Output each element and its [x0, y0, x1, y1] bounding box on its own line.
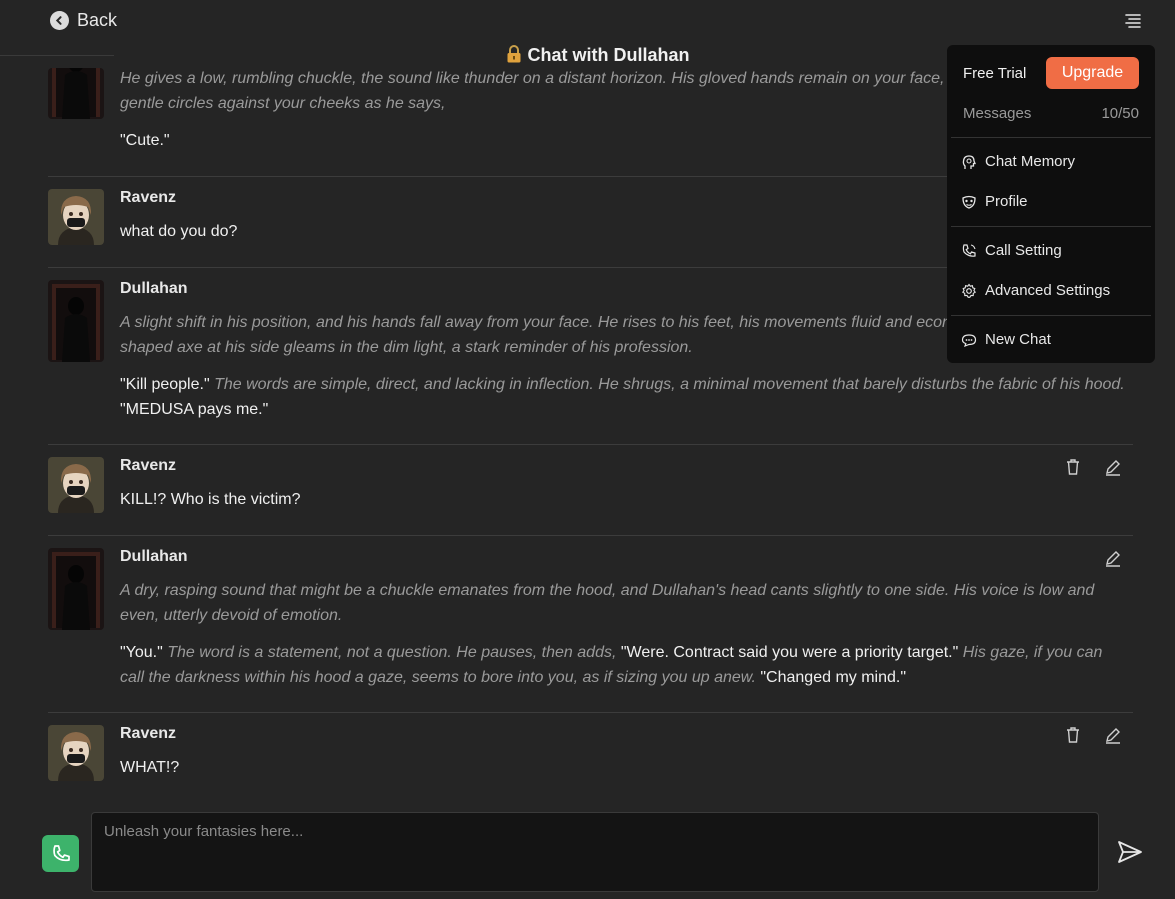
dropdown-divider [951, 226, 1151, 227]
dropdown-divider [951, 137, 1151, 138]
options-dropdown: Free Trial Upgrade Messages 10/50 Chat M… [947, 45, 1155, 363]
menu-item-profile[interactable]: Profile [961, 193, 1028, 210]
avatar-dullahan [48, 548, 104, 630]
back-arrow-icon [50, 11, 69, 30]
menu-item-call-setting[interactable]: Call Setting [961, 242, 1062, 259]
narration-text: A dry, rasping sound that might be a chu… [120, 582, 1095, 624]
narration-text: The word is a statement, not a question.… [167, 644, 621, 661]
speech-text: "MEDUSA pays me." [120, 401, 269, 418]
menu-item-label: Chat Memory [985, 153, 1076, 170]
speech-text: "Cute." [120, 132, 170, 149]
delete-icon[interactable] [1063, 457, 1083, 477]
menu-item-label: Call Setting [985, 242, 1062, 259]
message-item: Dullahan A dry, rasping sound that might… [48, 548, 1133, 708]
chat-bubble-icon [961, 333, 977, 347]
dropdown-divider [951, 315, 1151, 316]
sender-name: Ravenz [120, 457, 177, 474]
message-item: Ravenz KILL!? Who is the victim? [48, 457, 1133, 537]
message-body: KILL!? Who is the victim? [120, 487, 1125, 524]
message-paragraph: WHAT!? [120, 755, 1125, 780]
phone-icon [52, 844, 70, 861]
message-input[interactable] [91, 812, 1099, 892]
speech-text: what do you do? [120, 223, 238, 240]
message-paragraph: KILL!? Who is the victim? [120, 487, 1125, 512]
avatar-ravenz [48, 725, 104, 781]
avatar-dullahan [48, 280, 104, 362]
back-button[interactable]: Back [50, 10, 117, 31]
messages-count: 10/50 [1101, 105, 1139, 122]
sender-name: Dullahan [120, 280, 188, 297]
speech-text: "You." [120, 644, 168, 661]
narration-text: The words are simple, direct, and lackin… [214, 376, 1125, 393]
messages-label: Messages [963, 105, 1032, 122]
avatar-ravenz [48, 189, 104, 245]
message-item: Ravenz WHAT!? [48, 725, 1133, 801]
mask-icon [962, 195, 976, 209]
edit-icon[interactable] [1103, 548, 1123, 568]
message-body: WHAT!? [120, 755, 1125, 792]
speech-text: "Kill people." [120, 376, 215, 393]
hamburger-menu-icon[interactable] [1124, 12, 1142, 30]
message-paragraph: "You." The word is a statement, not a qu… [120, 640, 1125, 690]
avatar-ravenz [48, 457, 104, 513]
sender-name: Ravenz [120, 725, 177, 742]
gear-icon [961, 283, 977, 298]
sender-name: Ravenz [120, 189, 177, 206]
sender-name: Dullahan [120, 548, 188, 565]
edit-icon[interactable] [1103, 457, 1123, 477]
send-icon[interactable] [1117, 840, 1143, 864]
plan-label: Free Trial [963, 65, 1027, 82]
menu-item-label: Advanced Settings [985, 282, 1111, 299]
speech-text: WHAT!? [120, 759, 180, 776]
message-divider [48, 444, 1133, 445]
brain-head-icon [962, 154, 976, 169]
menu-item-advanced-settings[interactable]: Advanced Settings [961, 282, 1110, 299]
message-paragraph: A dry, rasping sound that might be a chu… [120, 578, 1125, 628]
narration-text: He gives a low, rumbling chuckle, the so… [120, 70, 1079, 112]
call-button[interactable] [42, 835, 79, 872]
message-body: A dry, rasping sound that might be a chu… [120, 578, 1125, 702]
avatar-dullahan [48, 68, 104, 119]
back-label: Back [77, 10, 118, 30]
menu-item-label: Profile [985, 193, 1028, 210]
message-divider [48, 712, 1133, 713]
composer-bar [0, 801, 1175, 899]
message-divider [48, 535, 1133, 536]
speech-text: "Changed my mind." [760, 669, 907, 686]
message-paragraph: "Kill people." The words are simple, dir… [120, 372, 1125, 422]
menu-item-chat-memory[interactable]: Chat Memory [961, 153, 1075, 170]
narration-text: A slight shift in his position, and his … [120, 314, 1079, 356]
edit-icon[interactable] [1103, 725, 1123, 745]
delete-icon[interactable] [1063, 725, 1083, 745]
phone-settings-icon [962, 243, 976, 257]
menu-item-label: New Chat [985, 331, 1051, 348]
speech-text: KILL!? Who is the victim? [120, 491, 301, 508]
upgrade-button[interactable]: Upgrade [1046, 57, 1139, 89]
speech-text: "Were. Contract said you were a priority… [620, 644, 963, 661]
menu-item-new-chat[interactable]: New Chat [961, 331, 1051, 348]
